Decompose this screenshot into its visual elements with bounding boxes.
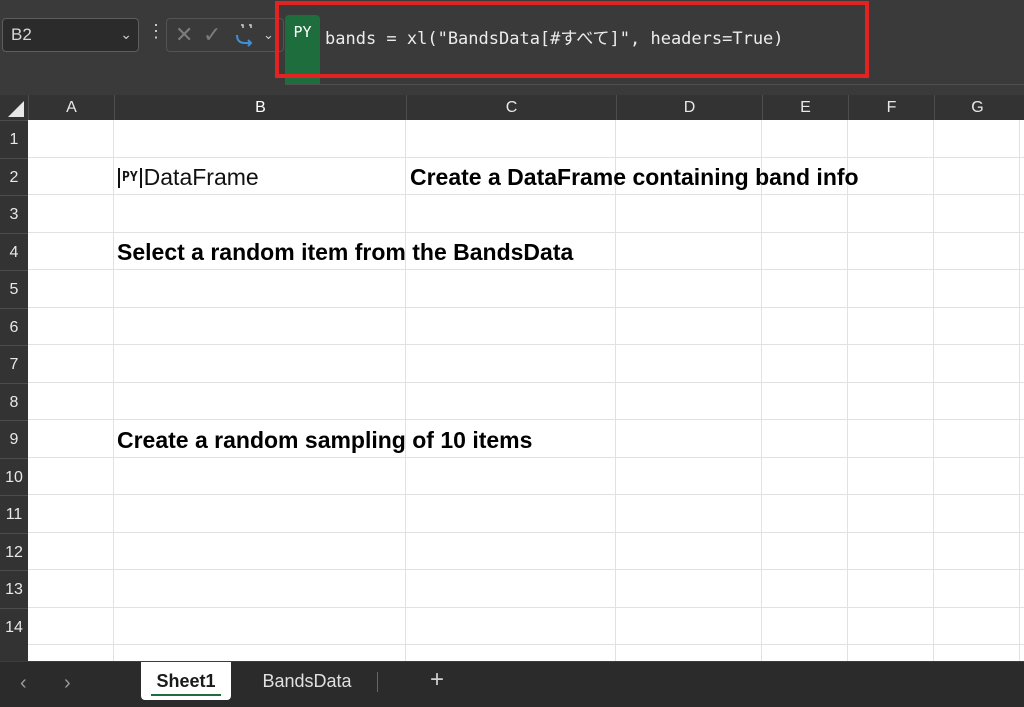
python-object-icon[interactable]: PY <box>118 167 142 188</box>
enter-icon[interactable]: ✓ <box>203 22 221 48</box>
gridline <box>28 269 1024 270</box>
row-header[interactable]: 9 <box>0 420 28 458</box>
gridline <box>28 532 1024 533</box>
gridline <box>28 232 1024 233</box>
row-header[interactable]: 2 <box>0 157 28 196</box>
cell-b2[interactable]: PY DataFrame <box>118 164 259 191</box>
add-sheet-button[interactable]: + <box>430 666 444 694</box>
row-header[interactable]: 3 <box>0 195 28 233</box>
row-header-bar: 1 2 3 4 5 6 7 8 9 10 11 12 13 14 <box>0 120 28 661</box>
row-header[interactable]: 6 <box>0 307 28 346</box>
gridline <box>28 644 1024 645</box>
chevron-down-icon[interactable]: ⌄ <box>120 26 132 43</box>
chevron-right-icon[interactable]: › <box>64 672 71 695</box>
gridline <box>28 457 1024 458</box>
column-header-f[interactable]: F <box>848 95 934 120</box>
row-header[interactable]: 11 <box>0 495 28 533</box>
row-header[interactable]: 8 <box>0 382 28 421</box>
cell-b4[interactable]: Select a random item from the BandsData <box>117 239 573 266</box>
gridline <box>28 569 1024 570</box>
gridline <box>28 194 1024 195</box>
gridline <box>933 120 934 661</box>
row-header[interactable]: 5 <box>0 270 28 308</box>
cell-c2[interactable]: Create a DataFrame containing band info <box>410 164 859 191</box>
column-header-a[interactable]: A <box>28 95 114 120</box>
worksheet-grid[interactable]: A B C D E F G 1 2 3 4 5 6 7 8 9 10 11 12… <box>0 95 1024 661</box>
gridline <box>113 120 114 661</box>
cancel-icon[interactable]: ✕ <box>175 22 193 48</box>
cell-area[interactable]: PY DataFrame Create a DataFrame containi… <box>28 120 1024 661</box>
chevron-down-icon[interactable]: ⌄ <box>263 27 274 43</box>
gridline <box>1019 120 1020 661</box>
gridline <box>28 607 1024 608</box>
formula-actions: ✕ ✓ ⌄ <box>166 18 284 52</box>
gridline <box>28 494 1024 495</box>
row-header[interactable]: 10 <box>0 457 28 496</box>
column-header-b[interactable]: B <box>114 95 406 120</box>
gridline <box>28 157 1024 158</box>
gridline <box>28 344 1024 345</box>
sheet-tab-bar: ‹ › Sheet1 BandsData + ⋮ <box>0 661 1024 707</box>
gridline <box>847 120 848 661</box>
select-all-button[interactable] <box>0 95 28 120</box>
gridline <box>28 419 1024 420</box>
column-header-bar: A B C D E F G <box>0 95 1024 120</box>
row-header[interactable]: 12 <box>0 532 28 571</box>
active-tab-underline <box>151 694 221 696</box>
column-header-e[interactable]: E <box>762 95 848 120</box>
column-header-g[interactable]: G <box>934 95 1020 120</box>
formula-bar: B2 ⌄ ⋮ ✕ ✓ ⌄ PY bands = xl("BandsData[#す… <box>0 0 1024 95</box>
tab-divider <box>377 672 378 692</box>
name-box-value: B2 <box>11 25 32 44</box>
more-options-icon[interactable]: ⋮ <box>1018 674 1024 691</box>
row-header[interactable]: 14 <box>0 607 28 646</box>
gridline <box>761 120 762 661</box>
row-header[interactable]: 1 <box>0 120 28 158</box>
cell-b9[interactable]: Create a random sampling of 10 items <box>117 427 532 454</box>
chevron-left-icon[interactable]: ‹ <box>20 672 27 695</box>
highlight-box <box>275 1 869 78</box>
python-insert-icon[interactable] <box>233 21 259 49</box>
row-header[interactable]: 4 <box>0 232 28 271</box>
tab-label: Sheet1 <box>156 671 216 691</box>
gridline <box>28 307 1024 308</box>
cell-b2-value: DataFrame <box>143 164 259 190</box>
gridline <box>28 382 1024 383</box>
formula-divider <box>285 84 1024 85</box>
tab-bandsdata[interactable]: BandsData <box>242 662 372 700</box>
row-header[interactable]: 7 <box>0 345 28 383</box>
name-box[interactable]: B2 ⌄ <box>2 18 139 52</box>
more-options-icon[interactable]: ⋮ <box>147 22 165 40</box>
tab-sheet1[interactable]: Sheet1 <box>141 662 231 700</box>
gridline <box>405 120 406 661</box>
gridline <box>615 120 616 661</box>
column-header-d[interactable]: D <box>616 95 762 120</box>
row-header[interactable]: 13 <box>0 570 28 608</box>
column-header-c[interactable]: C <box>406 95 616 120</box>
